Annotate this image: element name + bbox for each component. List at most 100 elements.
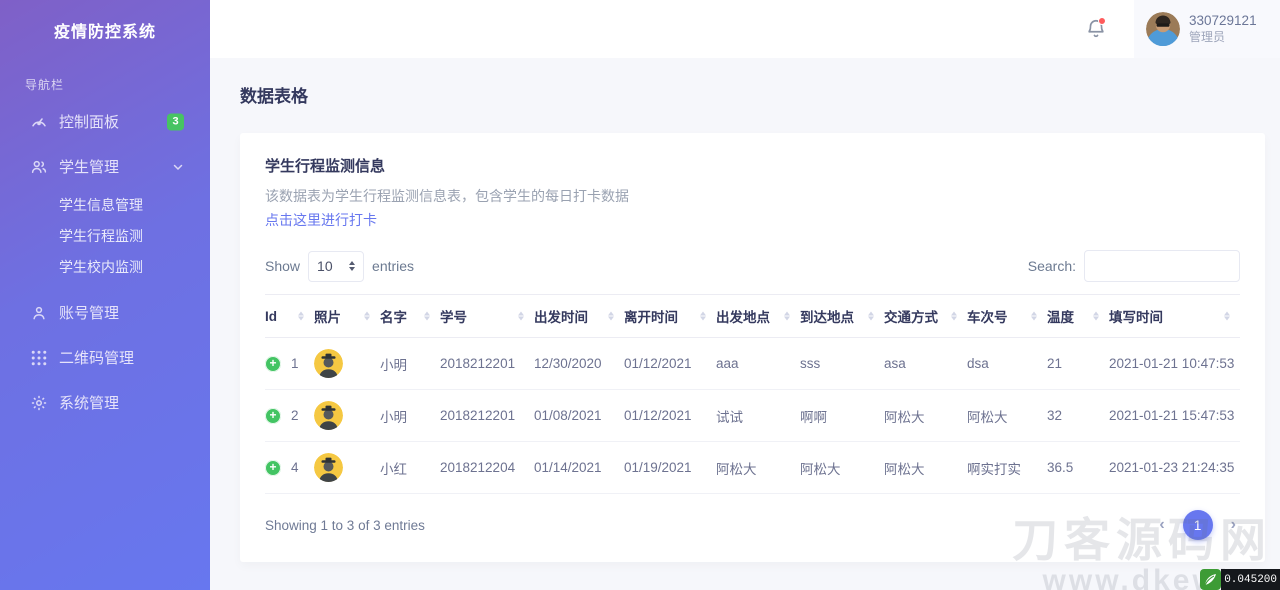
cell-depart-place: 阿松大: [716, 441, 800, 494]
cell-transport: 阿松大: [884, 389, 967, 442]
cell-fill-time: 2021-01-21 10:47:53: [1109, 337, 1240, 390]
column-header-depart-time[interactable]: 出发时间: [534, 294, 624, 338]
table-row: +4 小红 2018212204 01/14/2021 01/19/2021 阿…: [265, 441, 1240, 494]
cell-temperature: 32: [1047, 389, 1109, 442]
page-length-control: Show 10 entries: [265, 250, 414, 282]
cell-fill-time: 2021-01-21 15:47:53: [1109, 389, 1240, 442]
qrcode-icon: [30, 349, 48, 367]
cell-transport: 阿松大: [884, 441, 967, 494]
cell-arrive-place: sss: [800, 337, 884, 390]
cell-depart-time: 01/14/2021: [534, 441, 624, 494]
cell-student-no: 2018212204: [440, 441, 534, 494]
notifications-button[interactable]: [1076, 9, 1116, 49]
cell-temperature: 21: [1047, 337, 1109, 390]
card-title: 学生行程监测信息: [265, 158, 386, 175]
gear-icon: [30, 394, 48, 412]
cell-student-no: 2018212201: [440, 389, 534, 442]
cell-name: 小明: [380, 389, 440, 442]
cell-id: 1: [291, 356, 299, 371]
sidebar-subitem-student-info[interactable]: 学生信息管理: [0, 189, 210, 220]
sidebar-item-label: 控制面板: [59, 114, 120, 131]
next-page-button[interactable]: ›: [1227, 516, 1240, 534]
column-header-transport[interactable]: 交通方式: [884, 294, 967, 338]
sort-icon: [951, 311, 957, 321]
column-header-fill-time[interactable]: 填写时间: [1109, 294, 1240, 338]
student-photo: [314, 401, 343, 430]
sort-icon: [1224, 311, 1230, 321]
expand-row-button[interactable]: +: [265, 355, 281, 372]
column-header-leave-time[interactable]: 离开时间: [624, 294, 716, 338]
cell-name: 小明: [380, 337, 440, 390]
sidebar-item-account-management[interactable]: 账号管理: [0, 290, 210, 335]
sidebar-item-qrcode-management[interactable]: 二维码管理: [0, 335, 210, 380]
table-footer: Showing 1 to 3 of 3 entries ‹ 1 ›: [265, 510, 1240, 540]
data-table: Id 照片 名字 学号 出发时间 离开时间 出发地点 到达地点 交通方式 车次号…: [265, 294, 1240, 494]
expand-row-button[interactable]: +: [265, 407, 281, 424]
column-header-name[interactable]: 名字: [380, 294, 440, 338]
leaf-icon: [1200, 569, 1222, 590]
cell-arrive-place: 阿松大: [800, 441, 884, 494]
data-table-card: 学生行程监测信息 该数据表为学生行程监测信息表，包含学生的每日打卡数据 点击这里…: [240, 133, 1265, 562]
sidebar-item-student-management[interactable]: 学生管理: [0, 144, 210, 189]
app-root: 疫情防控系统 导航栏 控制面板 3 学生管理 学生信息管理 学生行程监测 学生校…: [0, 0, 1280, 590]
checkin-link[interactable]: 点击这里进行打卡: [265, 210, 377, 230]
sidebar-item-label: 二维码管理: [59, 350, 135, 367]
performance-badge: 0.045200: [1200, 569, 1280, 590]
page-title: 数据表格: [240, 87, 308, 106]
sidebar: 疫情防控系统 导航栏 控制面板 3 学生管理 学生信息管理 学生行程监测 学生校…: [0, 0, 210, 590]
sort-icon: [608, 311, 614, 321]
sidebar-item-dashboard[interactable]: 控制面板 3: [0, 99, 210, 144]
sidebar-subitem-student-campus[interactable]: 学生校内监测: [0, 251, 210, 282]
column-header-photo[interactable]: 照片: [314, 294, 380, 338]
cell-transport: asa: [884, 337, 967, 390]
sort-icon: [868, 311, 874, 321]
cell-name: 小红: [380, 441, 440, 494]
cell-fill-time: 2021-01-23 21:24:35: [1109, 441, 1240, 494]
cell-leave-time: 01/19/2021: [624, 441, 716, 494]
column-header-arrive-place[interactable]: 到达地点: [800, 294, 884, 338]
chevron-down-icon: [172, 161, 184, 173]
expand-row-button[interactable]: +: [265, 459, 281, 476]
user-role: 管理员: [1189, 29, 1226, 44]
load-time-value: 0.045200: [1221, 569, 1280, 590]
sidebar-item-label: 学生管理: [59, 159, 120, 176]
sidebar-item-system-management[interactable]: 系统管理: [0, 380, 210, 425]
table-row: +2 小明 2018212201 01/08/2021 01/12/2021 试…: [265, 389, 1240, 442]
cell-depart-time: 01/08/2021: [534, 389, 624, 442]
sort-icon: [424, 311, 430, 321]
page-length-select[interactable]: 10: [308, 250, 365, 282]
topbar: 330729121 管理员: [210, 0, 1280, 58]
column-header-id[interactable]: Id: [265, 294, 314, 338]
sidebar-item-label: 账号管理: [59, 305, 120, 322]
previous-page-button[interactable]: ‹: [1155, 516, 1168, 534]
dashboard-icon: [30, 113, 48, 131]
nav-section-label: 导航栏: [25, 78, 65, 92]
sort-icon: [518, 311, 524, 321]
column-header-temperature[interactable]: 温度: [1047, 294, 1109, 338]
app-title[interactable]: 疫情防控系统: [0, 0, 210, 66]
search-control: Search:: [1028, 250, 1240, 282]
user-menu[interactable]: 330729121 管理员: [1134, 0, 1280, 58]
account-icon: [30, 304, 48, 322]
cell-depart-place: aaa: [716, 337, 800, 390]
cell-leave-time: 01/12/2021: [624, 389, 716, 442]
column-header-student-no[interactable]: 学号: [440, 294, 534, 338]
user-name: 330729121: [1189, 13, 1257, 29]
sort-icon: [298, 311, 304, 321]
column-header-depart-place[interactable]: 出发地点: [716, 294, 800, 338]
page-1-button[interactable]: 1: [1182, 510, 1213, 540]
cell-id: 2: [291, 408, 299, 423]
card-description: 该数据表为学生行程监测信息表，包含学生的每日打卡数据: [265, 188, 629, 204]
sort-icon: [700, 311, 706, 321]
sidebar-subitem-student-travel[interactable]: 学生行程监测: [0, 220, 210, 251]
cell-train-no: 啊实打实: [967, 441, 1047, 494]
sort-icon: [784, 311, 790, 321]
entries-summary: Showing 1 to 3 of 3 entries: [265, 517, 425, 533]
column-header-train-no[interactable]: 车次号: [967, 294, 1047, 338]
main-content: 数据表格 学生行程监测信息 该数据表为学生行程监测信息表，包含学生的每日打卡数据…: [210, 58, 1280, 590]
search-input[interactable]: [1084, 250, 1240, 282]
sidebar-nav: 控制面板 3 学生管理 学生信息管理 学生行程监测 学生校内监测 账号管理 二维…: [0, 99, 210, 425]
cell-arrive-place: 啊啊: [800, 389, 884, 442]
sort-icon: [1093, 311, 1099, 321]
table-header-row: Id 照片 名字 学号 出发时间 离开时间 出发地点 到达地点 交通方式 车次号…: [265, 294, 1240, 338]
